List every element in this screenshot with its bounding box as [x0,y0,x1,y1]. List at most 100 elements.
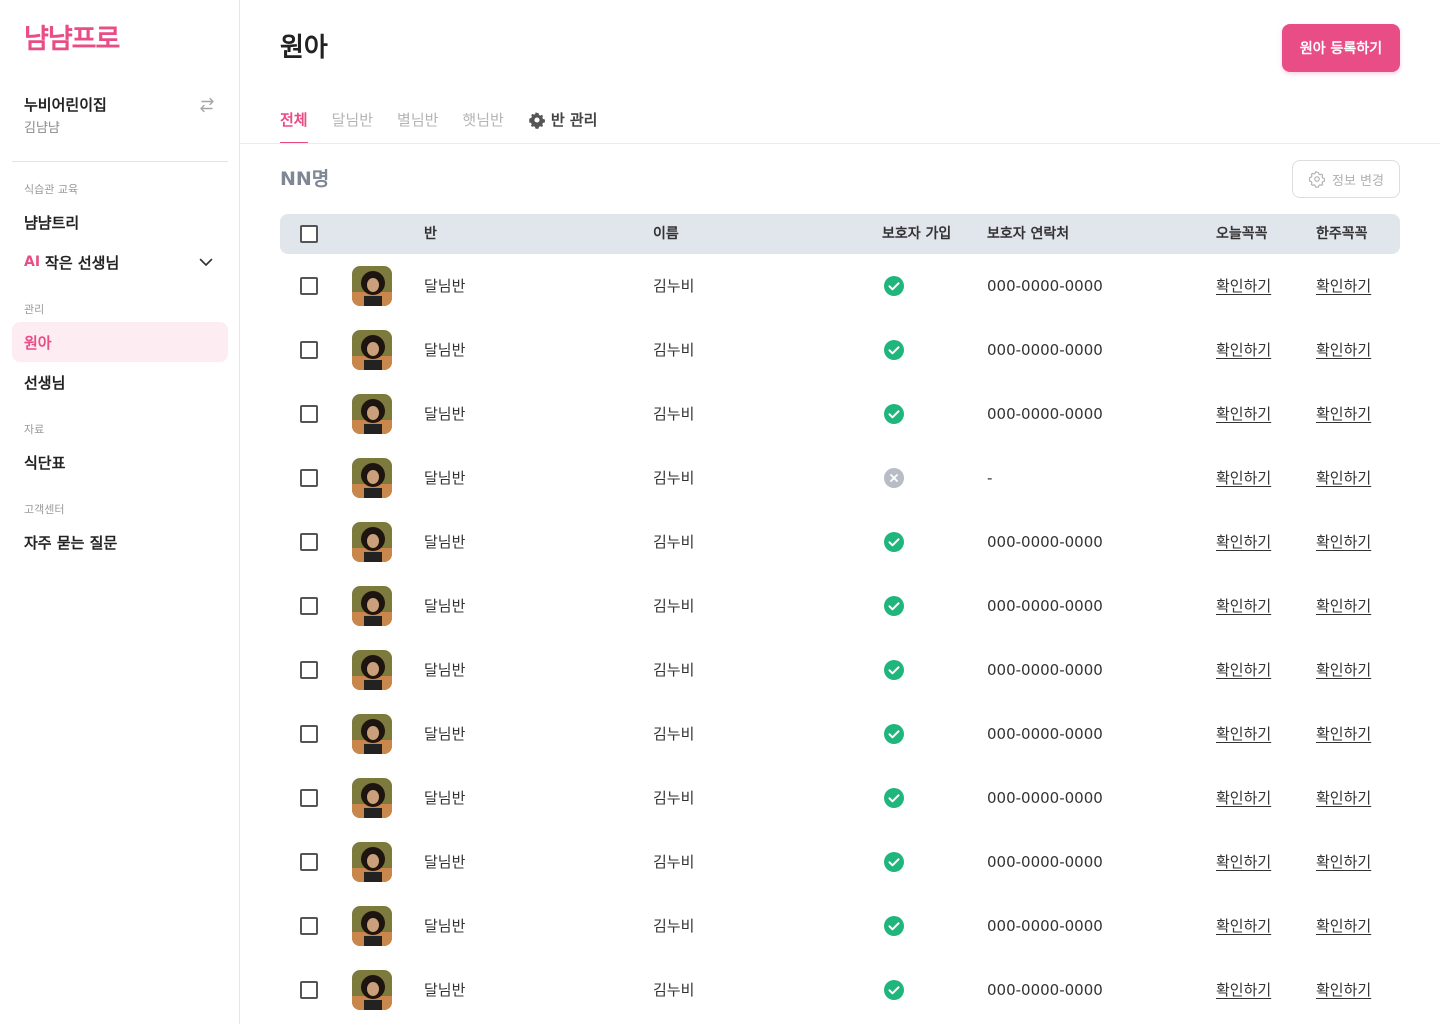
sidebar-divider [12,161,228,162]
today-check-link[interactable]: 확인하기 [1216,405,1271,423]
sidebar-item-faq[interactable]: 자주 묻는 질문 [12,522,228,562]
row-checkbox[interactable] [300,725,318,743]
sidebar-item-children[interactable]: 원아 [12,322,228,362]
row-checkbox[interactable] [300,789,318,807]
today-check-link[interactable]: 확인하기 [1216,917,1271,935]
table-row[interactable]: 달님반 김누비 000-0000-0000 확인하기 확인하기 [280,638,1400,702]
table-row[interactable]: 달님반 김누비 000-0000-0000 확인하기 확인하기 [280,958,1400,1022]
row-checkbox[interactable] [300,341,318,359]
sidebar-item-nyamnyam-tree[interactable]: 냠냠트리 [12,202,228,242]
sidebar-item-ai-teacher[interactable]: AI 작은 선생님 [12,242,228,282]
today-check-link[interactable]: 확인하기 [1216,981,1271,999]
tab-class-manage[interactable]: 반 관리 [528,108,597,144]
column-class[interactable]: 반 [424,214,437,254]
today-check-link[interactable]: 확인하기 [1216,789,1271,807]
table-row[interactable]: 달님반 김누비 000-0000-0000 확인하기 확인하기 [280,510,1400,574]
today-check-link[interactable]: 확인하기 [1216,469,1271,487]
cell-phone: 000-0000-0000 [987,661,1103,679]
swap-icon[interactable] [198,96,216,114]
today-check-link[interactable]: 확인하기 [1216,853,1271,871]
week-check-link[interactable]: 확인하기 [1316,981,1371,999]
sidebar-item-label: 작은 선생님 [45,253,120,272]
row-checkbox[interactable] [300,661,318,679]
week-check-link[interactable]: 확인하기 [1316,341,1371,359]
today-check-link[interactable]: 확인하기 [1216,341,1271,359]
today-check-link[interactable]: 확인하기 [1216,277,1271,295]
row-checkbox[interactable] [300,277,318,295]
week-check-link[interactable]: 확인하기 [1316,917,1371,935]
avatar [352,394,392,434]
table-row[interactable]: 달님반 김누비 000-0000-0000 확인하기 확인하기 [280,574,1400,638]
cell-class: 달님반 [424,597,466,615]
week-check-link[interactable]: 확인하기 [1316,469,1371,487]
avatar [352,330,392,370]
table-row[interactable]: 달님반 김누비 - 확인하기 확인하기 [280,446,1400,510]
org-name: 누비어린이집 [24,96,107,114]
today-check-link[interactable]: 확인하기 [1216,725,1271,743]
cell-class: 달님반 [424,277,466,295]
today-check-link[interactable]: 확인하기 [1216,597,1271,615]
cell-week: 확인하기 [1316,638,1371,702]
cell-today: 확인하기 [1216,894,1271,958]
column-today[interactable]: 오늘꼭꼭 [1216,214,1268,254]
column-guardian-phone[interactable]: 보호자 연락처 [987,214,1069,254]
table-row[interactable]: 달님반 김누비 000-0000-0000 확인하기 확인하기 [280,702,1400,766]
week-check-link[interactable]: 확인하기 [1316,789,1371,807]
row-checkbox[interactable] [300,981,318,999]
cell-phone: 000-0000-0000 [987,341,1103,359]
table-row[interactable]: 달님반 김누비 000-0000-0000 확인하기 확인하기 [280,766,1400,830]
sidebar-item-label: 식단표 [24,453,66,472]
cell-today: 확인하기 [1216,702,1271,766]
chevron-down-icon[interactable] [198,254,214,270]
select-all-checkbox[interactable] [300,225,318,243]
tab-sun-class[interactable]: 햇님반 [462,108,503,144]
column-week[interactable]: 한주꼭꼭 [1316,214,1368,254]
cell-week: 확인하기 [1316,894,1371,958]
table-row[interactable]: 달님반 김누비 000-0000-0000 확인하기 확인하기 [280,894,1400,958]
section-label-resources: 자료 [24,423,45,436]
sidebar-item-label: 원아 [24,333,52,352]
org-switcher[interactable]: 누비어린이집 김냠냠 [24,94,216,138]
column-guardian-joined[interactable]: 보호자 가입 [882,214,951,254]
column-name[interactable]: 이름 [653,214,679,254]
cell-phone: 000-0000-0000 [987,853,1103,871]
edit-info-button[interactable]: 정보 변경 [1292,160,1400,198]
table-row[interactable]: 달님반 김누비 000-0000-0000 확인하기 확인하기 [280,382,1400,446]
week-check-link[interactable]: 확인하기 [1316,725,1371,743]
table-row[interactable]: 달님반 김누비 000-0000-0000 확인하기 확인하기 [280,318,1400,382]
cell-name: 김누비 [653,341,695,359]
cell-week: 확인하기 [1316,254,1371,318]
check-circle-icon [884,532,904,552]
cell-today: 확인하기 [1216,510,1271,574]
check-circle-icon [884,916,904,936]
week-check-link[interactable]: 확인하기 [1316,405,1371,423]
week-check-link[interactable]: 확인하기 [1316,853,1371,871]
tab-all[interactable]: 전체 [280,108,308,144]
avatar [352,842,392,882]
row-checkbox[interactable] [300,533,318,551]
cell-phone: 000-0000-0000 [987,277,1103,295]
sidebar-item-teachers[interactable]: 선생님 [12,362,228,402]
today-check-link[interactable]: 확인하기 [1216,533,1271,551]
week-check-link[interactable]: 확인하기 [1316,597,1371,615]
week-check-link[interactable]: 확인하기 [1316,533,1371,551]
row-checkbox[interactable] [300,405,318,423]
sidebar-item-meal-plan[interactable]: 식단표 [12,442,228,482]
app-logo[interactable]: 냠냠프로 [24,22,120,58]
x-circle-icon [884,468,904,488]
table-row[interactable]: 달님반 김누비 000-0000-0000 확인하기 확인하기 [280,254,1400,318]
row-checkbox[interactable] [300,597,318,615]
week-check-link[interactable]: 확인하기 [1316,661,1371,679]
row-checkbox[interactable] [300,469,318,487]
table-row[interactable]: 달님반 김누비 000-0000-0000 확인하기 확인하기 [280,830,1400,894]
today-check-link[interactable]: 확인하기 [1216,661,1271,679]
check-circle-icon [884,788,904,808]
register-child-button[interactable]: 원아 등록하기 [1282,24,1400,72]
row-checkbox[interactable] [300,853,318,871]
week-check-link[interactable]: 확인하기 [1316,277,1371,295]
tab-moon-class[interactable]: 달님반 [332,108,373,144]
row-checkbox[interactable] [300,917,318,935]
cell-name: 김누비 [653,917,695,935]
children-table: 반 이름 보호자 가입 보호자 연락처 오늘꼭꼭 한주꼭꼭 달님반 김누비 00… [280,214,1400,1022]
tab-star-class[interactable]: 별님반 [397,108,438,144]
